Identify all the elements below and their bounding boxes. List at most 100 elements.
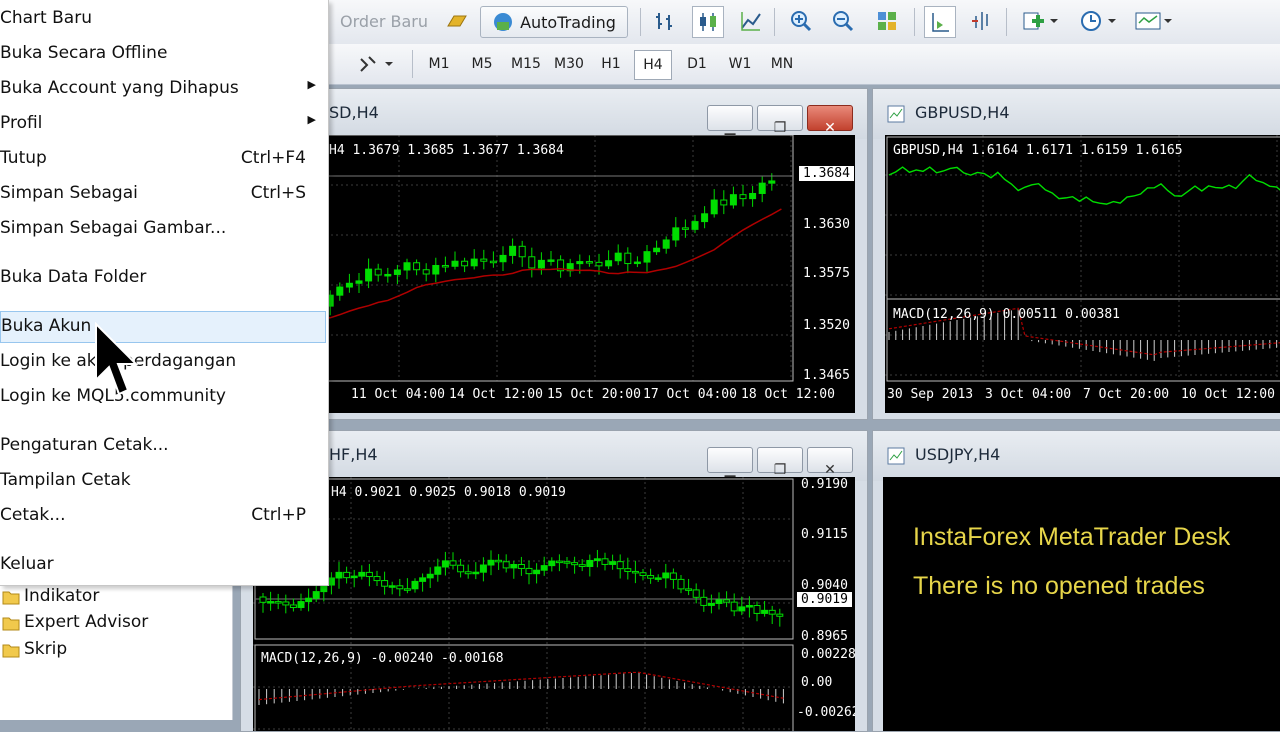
candle-body	[738, 606, 746, 612]
price-line	[888, 166, 1280, 205]
chart-canvas[interactable]: H4 1.3679 1.3685 1.3677 1.3684 1.3684 1.…	[301, 135, 855, 413]
menu-item-simpan-sebagai[interactable]: Simpan Sebagai Ctrl+S	[0, 178, 326, 210]
line-chart-icon[interactable]	[736, 6, 766, 36]
candle-body	[305, 597, 313, 603]
toolbar-separator	[1006, 8, 1007, 36]
menu-item-buka-secara-offline[interactable]: Buka Secara Offline	[0, 38, 326, 70]
candle-body	[413, 262, 421, 271]
autotrading-button[interactable]: AutoTrading	[480, 6, 628, 38]
candle-body	[685, 588, 693, 591]
timeframe-m15[interactable]: M15	[506, 50, 546, 78]
menu-item-keluar[interactable]: Keluar	[0, 549, 326, 581]
candle-body	[537, 259, 545, 269]
navigator-item-label: Skrip	[24, 639, 68, 659]
candle-body	[662, 572, 670, 579]
timeframe-h1[interactable]: H1	[594, 50, 628, 78]
timeframe-mn[interactable]: MN	[764, 50, 800, 78]
timeframe-m1[interactable]: M1	[422, 50, 456, 78]
restore-button[interactable]: ❐	[757, 105, 803, 136]
zoom-out-icon[interactable]	[828, 6, 858, 36]
navigator-item-label: Indikator	[24, 586, 100, 606]
menu-item-tampilan-cetak[interactable]: Tampilan Cetak	[0, 465, 326, 497]
candle-body	[470, 258, 478, 267]
candle-body	[289, 604, 297, 609]
chart-canvas[interactable]: InstaForex MetaTrader Desk There is no o…	[883, 477, 1280, 731]
candle-body	[312, 591, 320, 599]
timeframe-h4[interactable]: H4	[634, 50, 672, 80]
menu-item-chart-baru[interactable]: Chart Baru	[0, 3, 326, 35]
chart-canvas[interactable]: GBPUSD,H4 1.6164 1.6171 1.6159 1.6165 MA…	[885, 135, 1280, 413]
candle-body	[495, 559, 503, 563]
candle-body	[563, 561, 571, 564]
menu-item-tutup[interactable]: Tutup Ctrl+F4	[0, 143, 326, 175]
minimize-button[interactable]: ▁	[707, 105, 753, 136]
autotrading-label: AutoTrading	[520, 12, 616, 32]
time-label: 11 Oct 04:00	[351, 387, 445, 402]
menu-item-login-akun-perdagangan[interactable]: Login ke akun perdagangan	[0, 346, 326, 378]
candle-body	[422, 269, 430, 275]
candle-body	[517, 564, 525, 569]
periods-icon[interactable]	[1074, 6, 1122, 36]
candle-body	[729, 194, 737, 206]
menu-item-buka-akun[interactable]: Buka Akun	[0, 311, 326, 343]
restore-button[interactable]: ❐	[757, 447, 803, 478]
gold-bars-icon[interactable]	[440, 6, 474, 36]
candle-body	[720, 199, 728, 206]
navigator-panel: Indikator Expert Advisor Skrip	[0, 585, 233, 720]
candle-body	[624, 252, 632, 265]
zoom-in-icon[interactable]	[786, 6, 816, 36]
chart-canvas[interactable]: H4 0.9021 0.9025 0.9018 0.9019 0.9190 0.…	[253, 477, 855, 731]
candle-body	[502, 561, 510, 569]
candle-body	[499, 254, 507, 263]
candlestick-icon[interactable]	[692, 6, 724, 38]
menu-item-pengaturan-cetak[interactable]: Pengaturan Cetak...	[0, 430, 326, 462]
minimize-icon: ▁	[724, 462, 736, 478]
timeframe-m30[interactable]: M30	[548, 50, 590, 78]
window-title: GBPUSD,H4	[915, 103, 1010, 122]
candle-body	[586, 559, 594, 567]
menu-item-buka-account-dihapus[interactable]: Buka Account yang Dihapus ▶	[0, 73, 326, 105]
candle-body	[434, 566, 442, 575]
candle-body	[701, 213, 709, 223]
candle-body	[578, 564, 586, 567]
chart-ohlc-label: H4 0.9021 0.9025 0.9018 0.9019	[331, 485, 566, 500]
candle-body	[441, 264, 449, 268]
candle-body	[393, 269, 401, 275]
templates-icon[interactable]	[1130, 6, 1178, 36]
candle-body	[669, 572, 677, 580]
autoscroll-icon[interactable]	[924, 6, 956, 38]
candle-body	[700, 596, 708, 606]
timeframe-d1[interactable]: D1	[680, 50, 714, 78]
candle-body	[384, 273, 392, 277]
menu-item-profil[interactable]: Profil ▶	[0, 108, 326, 140]
menu-item-label: Keluar	[0, 554, 54, 574]
menu-item-cetak[interactable]: Cetak... Ctrl+P	[0, 500, 326, 532]
line-studies-icon[interactable]	[354, 49, 400, 79]
candle-body	[381, 580, 389, 587]
candle-body	[461, 260, 469, 267]
candle-body	[336, 286, 344, 296]
menu-item-shortcut: Ctrl+F4	[240, 148, 306, 168]
chart-shift-icon[interactable]	[966, 6, 996, 36]
close-button[interactable]: ✕	[807, 105, 853, 136]
menu-item-simpan-sebagai-gambar[interactable]: Simpan Sebagai Gambar...	[0, 213, 326, 245]
info-message-line2: There is no opened trades	[913, 572, 1205, 600]
price-label: 1.3520	[803, 318, 850, 333]
close-button[interactable]: ✕	[807, 447, 853, 478]
menu-item-login-mql5[interactable]: Login ke MQL5.community	[0, 381, 326, 413]
window-titlebar: HF,H4 ▁ ❐ ✕	[241, 431, 867, 481]
bar-chart-icon[interactable]	[650, 6, 680, 36]
candle-body	[753, 605, 761, 614]
candle-body	[374, 268, 382, 276]
tile-windows-icon[interactable]	[872, 6, 902, 36]
timeframe-m5[interactable]: M5	[464, 50, 500, 78]
price-label: 0.8965	[801, 629, 848, 644]
order-baru-button[interactable]: Order Baru	[338, 6, 430, 36]
menu-item-shortcut: Ctrl+S	[250, 183, 306, 203]
menu-item-buka-data-folder[interactable]: Buka Data Folder	[0, 262, 326, 294]
price-label: 1.3465	[803, 368, 850, 383]
window-title: SD,H4	[329, 103, 379, 122]
indicators-icon[interactable]	[1016, 6, 1064, 36]
minimize-button[interactable]: ▁	[707, 447, 753, 478]
timeframe-w1[interactable]: W1	[722, 50, 758, 78]
